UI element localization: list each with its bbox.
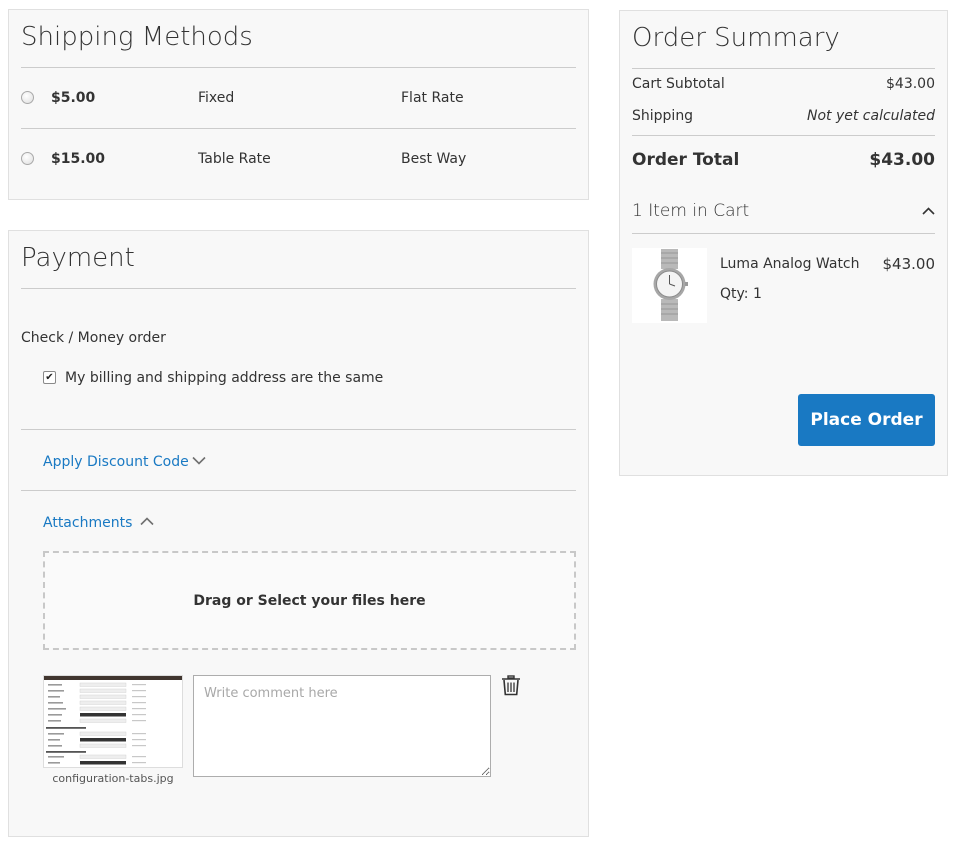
attachments-toggle[interactable]: Attachments [43,512,163,532]
discount-code-label: Apply Discount Code [43,454,189,470]
shipping-method-row-flat-rate[interactable]: $5.00 Fixed Flat Rate [21,90,576,150]
radio-icon[interactable] [21,152,34,165]
divider [21,67,576,68]
divider [21,288,576,289]
dropzone-label: Drag or Select your files here [193,592,426,609]
shipping-methods-title: Shipping Methods [21,22,253,52]
attachments-label: Attachments [43,515,133,531]
shipping-value: Not yet calculated [806,108,935,124]
divider [21,128,576,129]
shipping-method-name: Table Rate [198,151,271,167]
file-dropzone[interactable]: Drag or Select your files here [43,551,576,650]
order-summary-title: Order Summary [632,23,840,53]
place-order-button[interactable]: Place Order [798,394,935,446]
shipping-carrier-name: Best Way [401,151,467,167]
place-order-label: Place Order [810,410,923,430]
shipping-carrier-name: Flat Rate [401,90,464,106]
shipping-price: $15.00 [51,151,106,167]
cart-item-qty: Qty: 1 [720,286,762,302]
items-in-cart-label: 1 Item in Cart [632,201,750,221]
discount-code-toggle[interactable]: Apply Discount Code [43,451,223,471]
watch-image [653,249,688,321]
cart-item-name: Luma Analog Watch [720,256,860,272]
order-total-value: $43.00 [869,150,935,170]
divider [21,490,576,491]
divider [632,68,935,69]
chevron-down-icon [192,456,206,465]
cart-item-price: $43.00 [882,255,936,273]
cart-subtotal-value: $43.00 [886,76,935,92]
shipping-price: $5.00 [51,90,96,106]
attachment-thumbnail [43,675,183,768]
shipping-row: Shipping Not yet calculated [632,108,935,124]
chevron-up-icon [922,207,935,215]
divider [632,233,935,234]
order-total-row: Order Total $43.00 [632,150,935,170]
shipping-label: Shipping [632,108,694,124]
payment-title: Payment [21,243,135,273]
cart-subtotal-row: Cart Subtotal $43.00 [632,76,935,92]
attachment-preview-image [44,676,182,767]
chevron-up-icon [140,517,154,526]
cart-subtotal-label: Cart Subtotal [632,76,725,92]
shipping-method-name: Fixed [198,90,235,106]
trash-icon[interactable] [501,675,521,696]
billing-same-label: My billing and shipping address are the … [65,370,384,386]
items-in-cart-toggle[interactable]: 1 Item in Cart [632,201,935,225]
order-total-label: Order Total [632,150,740,170]
divider [632,135,935,136]
shipping-method-row-best-way[interactable]: $15.00 Table Rate Best Way [21,151,576,211]
cart-item-image [632,248,707,323]
radio-icon[interactable] [21,91,34,104]
payment-method-label: Check / Money order [21,330,166,346]
attachment-filename: configuration-tabs.jpg [52,772,174,785]
divider [21,429,576,430]
billing-same-checkbox-row[interactable]: ✔ My billing and shipping address are th… [43,370,443,390]
attachment-comment-input[interactable] [193,675,491,777]
checkbox-icon[interactable]: ✔ [43,371,56,384]
